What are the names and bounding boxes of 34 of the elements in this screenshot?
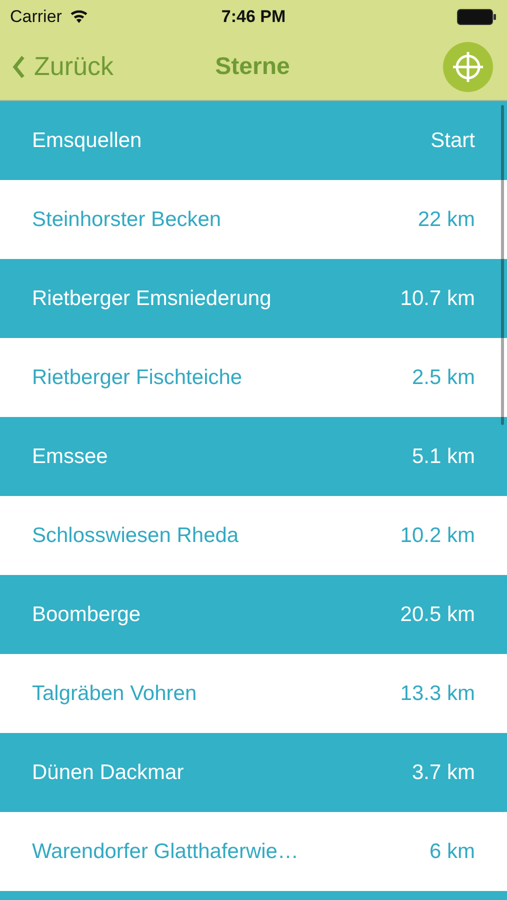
distance-label: 6 km [429, 840, 475, 864]
distance-label: 10.7 km [400, 286, 475, 310]
status-time: 7:46 PM [221, 6, 286, 26]
distance-label: 20.5 km [400, 602, 475, 626]
place-name: Schlosswiesen Rheda [32, 524, 239, 548]
crosshair-icon [451, 50, 486, 84]
place-name: Rietberger Fischteiche [32, 366, 242, 390]
place-name: Emsquellen [32, 128, 142, 152]
list-row[interactable]: Emsquellen Start [0, 101, 507, 180]
place-name: Dünen Dackmar [32, 760, 184, 784]
nav-title: Sterne [215, 52, 290, 80]
place-name: Emssee [32, 444, 108, 468]
place-name: Talgräben Vohren [32, 682, 197, 706]
carrier-name: Carrier [10, 6, 62, 26]
wifi-icon [70, 10, 88, 23]
battery-icon [457, 8, 497, 24]
list-row[interactable] [0, 891, 507, 900]
distance-label: 2.5 km [412, 366, 475, 390]
list-row[interactable]: Emssee 5.1 km [0, 417, 507, 496]
place-name: Rietberger Emsniederung [32, 286, 272, 310]
chevron-left-icon [12, 54, 26, 78]
place-name: Warendorfer Glatthaferwie… [32, 840, 298, 864]
distance-label: 5.1 km [412, 444, 475, 468]
distance-label: 3.7 km [412, 760, 475, 784]
back-button[interactable]: Zurück [12, 51, 216, 82]
list-row[interactable]: Dünen Dackmar 3.7 km [0, 733, 507, 812]
distance-label: 22 km [418, 208, 475, 232]
distance-label: Start [430, 128, 475, 152]
distance-label: 10.2 km [400, 524, 475, 548]
list-row[interactable]: Boomberge 20.5 km [0, 575, 507, 654]
list-row[interactable]: Rietberger Emsniederung 10.7 km [0, 259, 507, 338]
place-name: Boomberge [32, 602, 141, 626]
place-name: Steinhorster Becken [32, 208, 222, 232]
distance-label: 13.3 km [400, 682, 475, 706]
